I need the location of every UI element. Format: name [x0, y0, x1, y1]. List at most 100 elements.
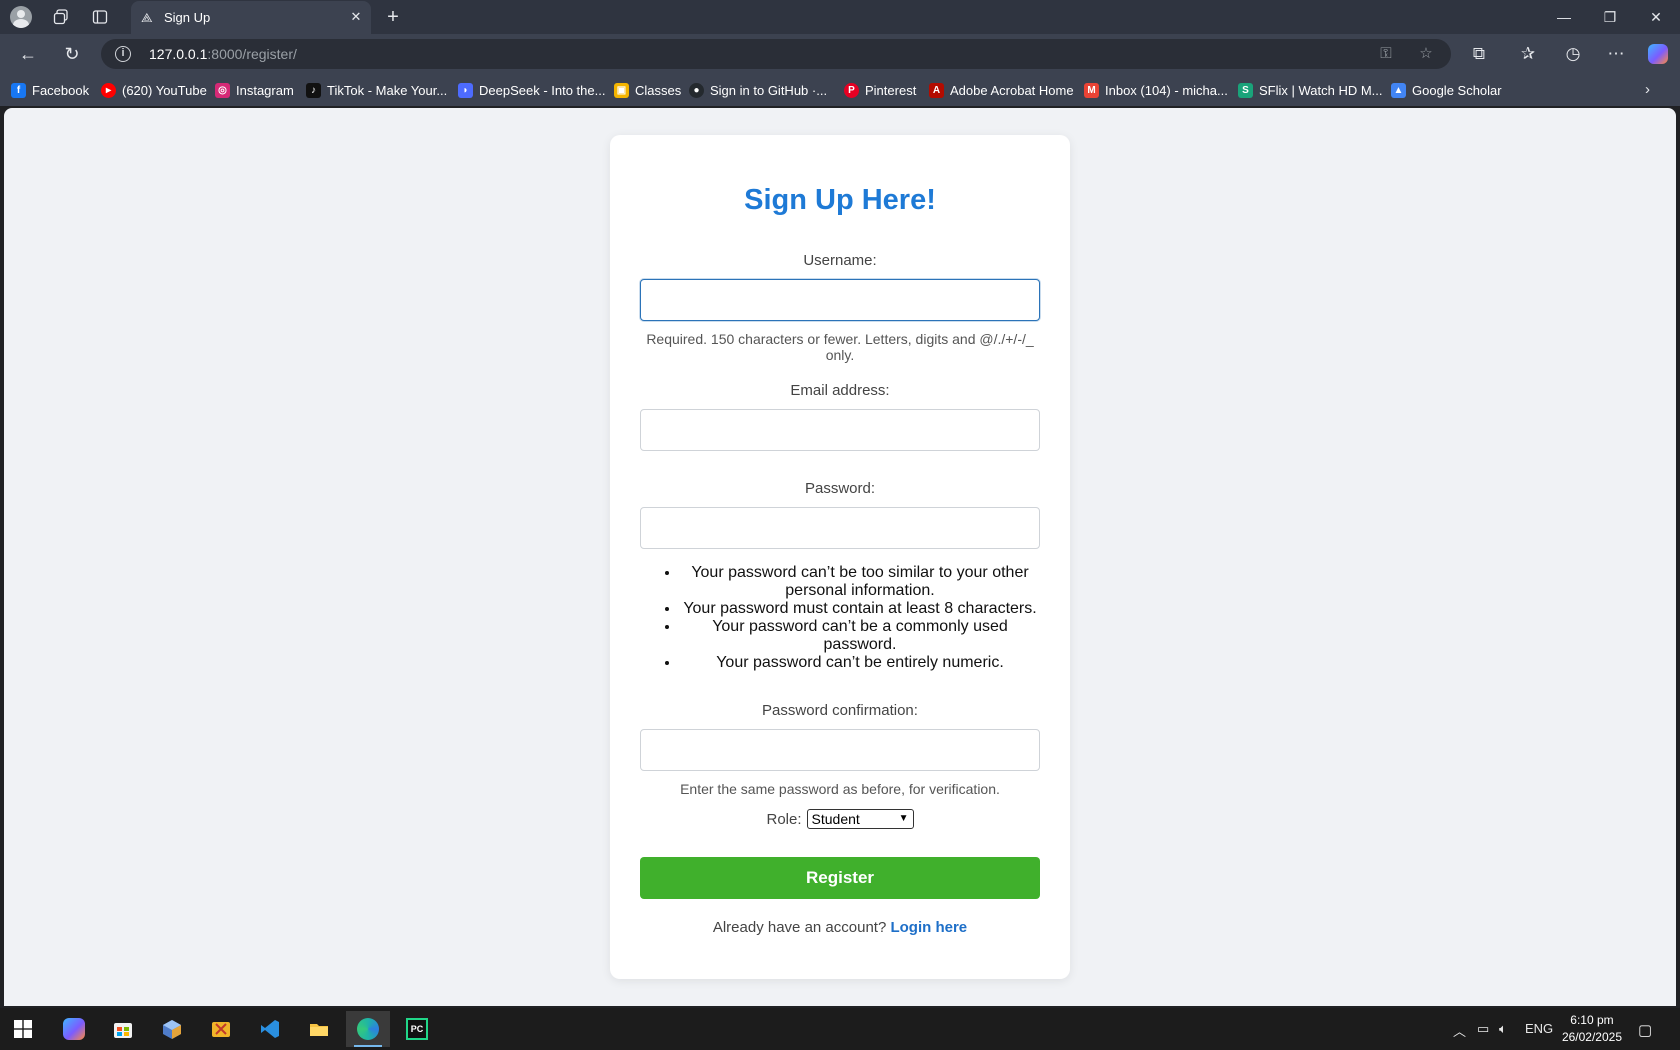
bookmark-sflix[interactable]: S SFlix | Watch HD M...	[1238, 81, 1383, 99]
password-confirmation-input[interactable]	[640, 729, 1040, 771]
bookmark-label: Google Scholar	[1412, 82, 1502, 98]
password-confirmation-label: Password confirmation:	[762, 702, 918, 719]
signup-card: Sign Up Here! Username: Required. 150 ch…	[610, 135, 1070, 979]
vscode-icon[interactable]	[248, 1011, 292, 1047]
copilot-app-icon[interactable]	[52, 1011, 96, 1047]
bookmark-google-scholar[interactable]: ▲ Google Scholar	[1391, 81, 1502, 99]
sflix-icon: S	[1238, 82, 1253, 98]
tab-close-icon[interactable]: ✕	[347, 8, 365, 26]
bookmark-label: SFlix | Watch HD M...	[1259, 82, 1383, 98]
tiktok-icon: ♪	[306, 82, 321, 98]
username-label: Username:	[803, 252, 877, 269]
active-tab[interactable]: ⟁ Sign Up ✕	[131, 1, 371, 34]
register-button[interactable]: Register	[640, 857, 1040, 899]
more-menu-icon[interactable]: ⋯	[1603, 41, 1629, 67]
back-icon[interactable]: ←	[15, 41, 41, 67]
edge-browser-icon[interactable]	[346, 1011, 390, 1047]
password-confirmation-help-text: Enter the same password as before, for v…	[680, 781, 1000, 797]
favorite-star-icon[interactable]: ☆	[1416, 44, 1436, 64]
new-tab-icon[interactable]: +	[381, 5, 405, 29]
login-prompt-text: Already have an account?	[712, 919, 887, 936]
browser-toolbar: ← ↻ i 127.0.0.1:8000/register/ ⚿ ☆ ⧉ ✰ ◷…	[0, 34, 1680, 74]
login-prompt-row: Already have an account? Login here	[610, 919, 1070, 936]
bookmark-deepseek[interactable]: ◗ DeepSeek - Into the...	[458, 81, 605, 99]
bookmark-instagram[interactable]: ◎ Instagram	[215, 81, 294, 99]
bookmark-label: Inbox (104) - micha...	[1105, 82, 1228, 98]
bookmark-label: (620) YouTube	[122, 82, 207, 98]
extensions-icon[interactable]: ⧉	[1466, 41, 1492, 67]
minimize-icon[interactable]: —	[1549, 5, 1579, 29]
start-windows-icon[interactable]	[1, 1011, 45, 1047]
classes-icon: ▣	[614, 82, 629, 98]
page-viewport: Sign Up Here! Username: Required. 150 ch…	[4, 108, 1676, 1006]
bookmarks-overflow-chevron-icon[interactable]: ›	[1645, 81, 1650, 98]
instagram-icon: ◎	[215, 82, 230, 98]
favorites-icon[interactable]: ✰	[1515, 41, 1541, 67]
windows-taskbar: PC ︿ ▭ 🔈︎ ENG 6:10 pm 26/02/2025 ▢	[0, 1008, 1680, 1050]
acrobat-icon: A	[929, 82, 944, 98]
language-indicator[interactable]: ENG	[1525, 1021, 1553, 1036]
restore-icon[interactable]: ❐	[1595, 5, 1625, 29]
network-icon[interactable]: ▭	[1477, 1021, 1489, 1037]
email-input[interactable]	[640, 409, 1040, 451]
cube-app-icon[interactable]	[150, 1011, 194, 1047]
deepseek-icon: ◗	[458, 82, 473, 98]
login-link[interactable]: Login here	[890, 919, 967, 936]
file-explorer-icon[interactable]	[297, 1011, 341, 1047]
profile-avatar-icon[interactable]	[9, 5, 33, 29]
bookmark-label: Sign in to GitHub ·...	[710, 82, 828, 98]
role-row: Role: Student ▼	[610, 809, 1070, 829]
address-bar[interactable]: i 127.0.0.1:8000/register/ ⚿ ☆	[101, 39, 1451, 69]
notifications-icon[interactable]: ▢	[1638, 1021, 1652, 1039]
history-icon[interactable]: ◷	[1560, 41, 1586, 67]
pinterest-icon: P	[844, 82, 859, 98]
microsoft-store-icon[interactable]	[101, 1011, 145, 1047]
bookmarks-bar: f Facebook ▸ (620) YouTube ◎ Instagram ♪ Tik…	[0, 74, 1680, 106]
gmail-icon: M	[1084, 82, 1099, 98]
bookmark-github[interactable]: ● Sign in to GitHub ·...	[689, 81, 827, 99]
page-title: Sign Up Here!	[744, 184, 936, 216]
bookmark-label: Adobe Acrobat Home	[950, 82, 1074, 98]
pycharm-icon[interactable]: PC	[395, 1011, 439, 1047]
bookmark-youtube[interactable]: ▸ (620) YouTube	[101, 81, 207, 99]
workspaces-icon[interactable]	[49, 5, 73, 29]
bookmark-gmail-inbox[interactable]: M Inbox (104) - micha...	[1084, 81, 1228, 99]
site-favicon-icon: ⟁	[141, 10, 153, 25]
tab-actions-icon[interactable]	[88, 5, 112, 29]
url-text[interactable]: 127.0.0.1:8000/register/	[149, 46, 297, 62]
chevron-down-icon: ▼	[898, 813, 909, 824]
copilot-icon[interactable]	[1648, 44, 1668, 64]
username-input[interactable]	[640, 279, 1040, 321]
window-close-icon[interactable]: ✕	[1641, 5, 1671, 29]
site-info-icon[interactable]: i	[115, 46, 131, 62]
bookmark-pinterest[interactable]: P Pinterest	[844, 81, 916, 99]
file-manager-icon[interactable]	[199, 1011, 243, 1047]
facebook-icon: f	[11, 82, 26, 98]
bookmark-label: TikTok - Make Your...	[327, 82, 448, 98]
bookmark-label: DeepSeek - Into the...	[479, 82, 606, 98]
clock[interactable]: 6:10 pm 26/02/2025	[1562, 1012, 1622, 1046]
bookmark-label: Facebook	[32, 82, 90, 98]
bookmark-adobe-acrobat[interactable]: A Adobe Acrobat Home	[929, 81, 1074, 99]
url-host: 127.0.0.1	[149, 46, 208, 62]
url-path: :8000/register/	[207, 46, 297, 62]
tab-title: Sign Up	[164, 10, 211, 25]
password-input[interactable]	[640, 507, 1040, 549]
bookmark-facebook[interactable]: f Facebook	[11, 81, 89, 99]
password-key-icon[interactable]: ⚿	[1376, 44, 1396, 64]
volume-icon[interactable]: 🔈︎	[1499, 1021, 1507, 1037]
bookmark-classes[interactable]: ▣ Classes	[614, 81, 681, 99]
username-help-text: Required. 150 characters or fewer. Lette…	[646, 331, 1034, 363]
clock-time: 6:10 pm	[1570, 1013, 1614, 1027]
password-rule: Your password can’t be a commonly used p…	[680, 618, 1040, 654]
bookmark-tiktok[interactable]: ♪ TikTok - Make Your...	[306, 81, 447, 99]
tray-overflow-chevron-icon[interactable]: ︿	[1453, 1021, 1466, 1040]
refresh-icon[interactable]: ↻	[59, 41, 85, 67]
google-scholar-icon: ▲	[1391, 82, 1406, 98]
bookmark-label: Classes	[635, 82, 682, 98]
youtube-icon: ▸	[101, 82, 116, 98]
bookmark-label: Instagram	[236, 82, 294, 98]
github-icon: ●	[689, 82, 704, 98]
role-select[interactable]: Student ▼	[806, 809, 914, 829]
role-label: Role:	[766, 810, 802, 828]
